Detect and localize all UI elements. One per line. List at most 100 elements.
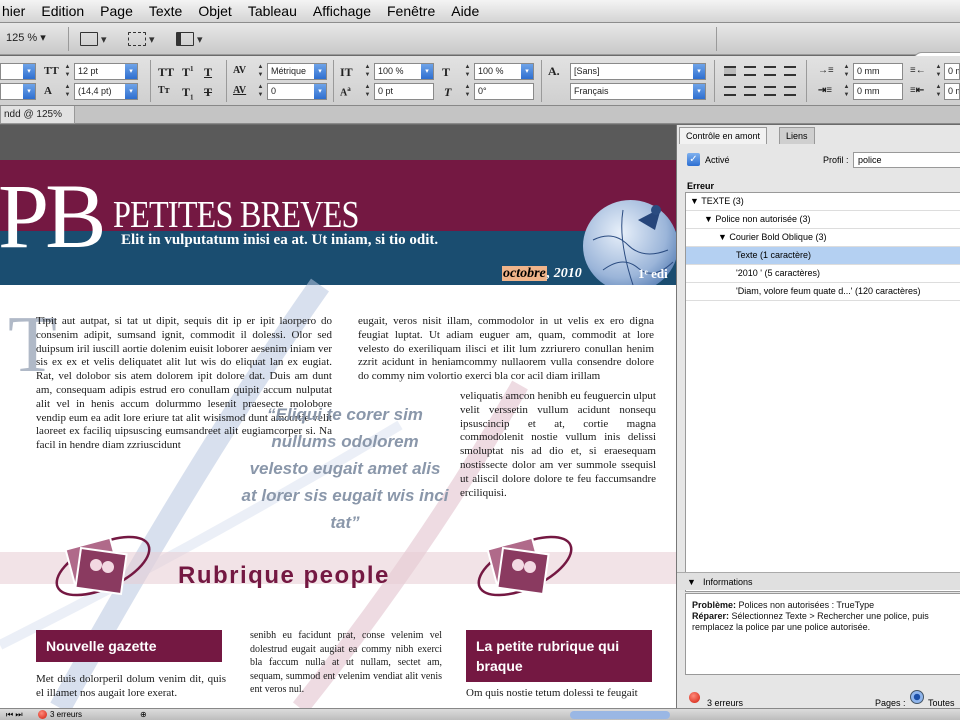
box-title-petite-rubrique[interactable]: La petite rubrique qui braque: [466, 630, 652, 682]
leading-stepper[interactable]: ▲ ▼: [63, 83, 72, 100]
tree-item-2010[interactable]: '2010 ' (5 caractères): [686, 265, 960, 283]
last-line-indent-stepper[interactable]: ▲ ▼: [934, 83, 943, 100]
tree-item-diam-volore[interactable]: 'Diam, volore feum quate d...' (120 cara…: [686, 283, 960, 301]
font-size-stepper[interactable]: ▲ ▼: [63, 63, 72, 80]
active-checkbox[interactable]: ✓: [687, 153, 700, 166]
status-error-icon: [38, 710, 47, 719]
first-line-indent-stepper[interactable]: ▲ ▼: [842, 83, 851, 100]
menu-aide[interactable]: Aide: [443, 3, 487, 19]
font-style-field[interactable]: ▾: [0, 83, 36, 100]
arrange-documents-icon[interactable]: ▾: [176, 29, 210, 49]
menu-tableau[interactable]: Tableau: [240, 3, 305, 19]
tracking-stepper[interactable]: ▲ ▼: [256, 83, 265, 100]
separator: [714, 60, 715, 102]
vertical-scale-field[interactable]: 100 % ▾: [374, 63, 434, 80]
menu-texte[interactable]: Texte: [141, 3, 190, 19]
article-column-2-right[interactable]: veliquatis amcon henibh eu feuguercin ul…: [460, 390, 656, 500]
zoom-level-select[interactable]: 125 % ▾: [6, 31, 46, 44]
align-right-icon[interactable]: [764, 66, 776, 76]
pages-all-radio[interactable]: [910, 690, 924, 704]
justify-center-icon[interactable]: [724, 86, 736, 96]
last-line-indent-icon: ≡⇤: [910, 85, 925, 96]
character-style-select[interactable]: [Sans] ▾: [570, 63, 706, 80]
collapse-triangle-icon: ▼: [687, 577, 696, 587]
horizontal-scale-icon: T: [442, 65, 451, 79]
menu-bar: hier Edition Page Texte Objet Tableau Af…: [0, 0, 960, 23]
left-indent-stepper[interactable]: ▲ ▼: [842, 63, 851, 80]
vertical-scale-stepper[interactable]: ▲ ▼: [363, 63, 372, 80]
last-line-indent-field[interactable]: 0 mm: [944, 83, 960, 100]
align-left-icon[interactable]: [724, 66, 736, 76]
kerning-field[interactable]: Métrique ▾: [267, 63, 327, 80]
menu-page[interactable]: Page: [92, 3, 141, 19]
font-family-field[interactable]: ▾: [0, 63, 36, 80]
skew-stepper[interactable]: ▲ ▼: [463, 83, 472, 100]
right-indent-field[interactable]: 0 mm: [944, 63, 960, 80]
superscript-icon[interactable]: T1: [182, 65, 194, 80]
separator: [333, 60, 334, 102]
horizontal-scale-field[interactable]: 100 % ▾: [474, 63, 534, 80]
small-caps-icon[interactable]: Tт: [158, 85, 170, 96]
skew-icon: T: [444, 85, 452, 99]
tracking-field[interactable]: 0 ▾: [267, 83, 327, 100]
page-nav-first-icon[interactable]: ⏮ ⏭: [6, 709, 23, 720]
language-select[interactable]: Français ▾: [570, 83, 706, 100]
subscript-icon[interactable]: T1: [182, 85, 194, 101]
baseline-shift-field[interactable]: 0 pt: [374, 83, 434, 100]
article-column-2-top[interactable]: eugait, veros nisit illam, commodolor in…: [358, 315, 654, 384]
menu-affichage[interactable]: Affichage: [305, 3, 379, 19]
menu-objet[interactable]: Objet: [190, 3, 239, 19]
screen-mode-icon[interactable]: ▾: [128, 29, 162, 49]
separator: [716, 27, 717, 51]
horizontal-scale-stepper[interactable]: ▲ ▼: [463, 63, 472, 80]
tree-item-texte[interactable]: ▼ TEXTE (3): [686, 193, 960, 211]
informations-header[interactable]: ▼ Informations: [677, 572, 960, 590]
tree-item-police-non-autorisee[interactable]: ▼ Police non autorisée (3): [686, 211, 960, 229]
align-spine-icon[interactable]: [784, 86, 796, 96]
fix-label: Réparer:: [692, 611, 730, 621]
font-size-field[interactable]: 12 pt ▾: [74, 63, 138, 80]
article-column-middle[interactable]: senibh eu facidunt prat, conse velenim v…: [250, 629, 442, 697]
justify-all-icon[interactable]: [764, 86, 776, 96]
box-text-nouvelle-gazette[interactable]: Met duis dolorperil dolum venim dit, qui…: [36, 673, 226, 701]
kerning-icon: AV: [233, 65, 247, 76]
tree-item-texte-1-caractere[interactable]: Texte (1 caractère): [686, 247, 960, 265]
section-heading[interactable]: Rubrique people: [178, 562, 390, 590]
leading-field[interactable]: (14,4 pt) ▾: [74, 83, 138, 100]
document-tab-strip: [0, 106, 960, 124]
menu-fenetre[interactable]: Fenêtre: [379, 3, 443, 19]
pull-quote[interactable]: “Eliqui te corer sim nullums odolorem ve…: [240, 401, 450, 536]
underline-icon[interactable]: T: [204, 65, 212, 80]
tab-links[interactable]: Liens: [779, 127, 815, 144]
kerning-stepper[interactable]: ▲ ▼: [256, 63, 265, 80]
view-options-icon[interactable]: ▾: [80, 29, 114, 49]
tab-preflight[interactable]: Contrôle en amont: [679, 127, 768, 144]
profile-select[interactable]: police: [853, 152, 960, 168]
justify-right-icon[interactable]: [744, 86, 756, 96]
skew-field[interactable]: 0°: [474, 83, 534, 100]
baseline-shift-stepper[interactable]: ▲ ▼: [363, 83, 372, 100]
vertical-scale-icon: IT: [340, 65, 353, 79]
status-menu-icon[interactable]: ⊕: [140, 709, 147, 720]
menu-fichier[interactable]: hier: [0, 3, 33, 19]
first-line-indent-icon: ⇥≡: [818, 85, 833, 96]
separator: [226, 60, 227, 102]
document-page[interactable]: PB PETITES BREVES Elit in vulputatum ini…: [0, 125, 676, 708]
first-line-indent-field[interactable]: 0 mm: [853, 83, 903, 100]
menu-edition[interactable]: Edition: [33, 3, 92, 19]
status-error-count[interactable]: 3 erreurs: [50, 709, 82, 720]
strikethrough-icon[interactable]: T: [204, 85, 212, 100]
justify-left-icon[interactable]: [784, 66, 796, 76]
document-tab[interactable]: ndd @ 125%: [0, 106, 75, 124]
tree-item-courier-bold-oblique[interactable]: ▼ Courier Bold Oblique (3): [686, 229, 960, 247]
informations-box: Problème: Polices non autorisées : TrueT…: [685, 593, 960, 675]
right-indent-stepper[interactable]: ▲ ▼: [934, 63, 943, 80]
all-caps-icon[interactable]: TT: [158, 65, 174, 80]
box-text-petite-rubrique[interactable]: Om quis nostie tetum dolessi te feugait: [466, 687, 656, 701]
align-center-icon[interactable]: [744, 66, 756, 76]
left-indent-field[interactable]: 0 mm: [853, 63, 903, 80]
error-status-icon: [689, 692, 700, 703]
preflight-footer: 3 erreurs Pages : Toutes: [677, 686, 960, 708]
box-title-nouvelle-gazette[interactable]: Nouvelle gazette: [36, 630, 222, 662]
horizontal-scrollbar[interactable]: [570, 711, 670, 719]
